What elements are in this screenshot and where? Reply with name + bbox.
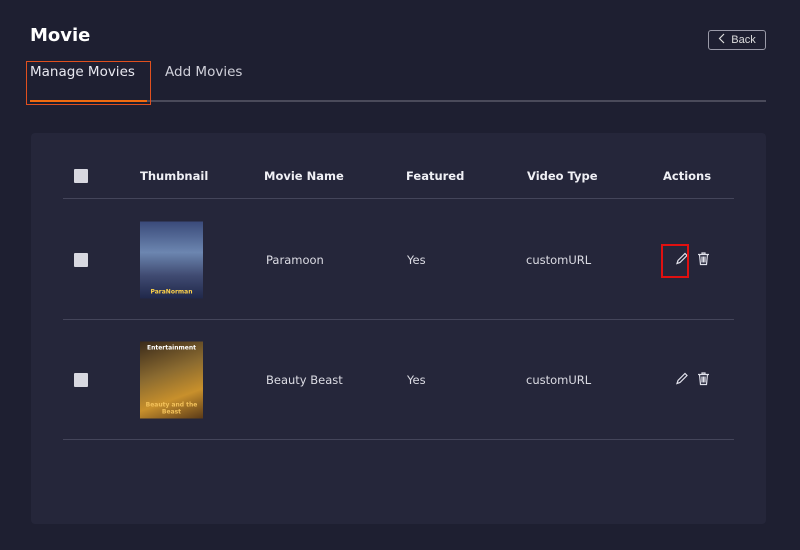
back-label: Back — [731, 34, 756, 46]
header-movie-name: Movie Name — [264, 168, 344, 183]
movies-table-card: Thumbnail Movie Name Featured Video Type… — [31, 133, 766, 524]
row-checkbox[interactable] — [74, 372, 88, 387]
table-row: ParaNorman Paramoon Yes customURL — [63, 200, 734, 320]
delete-trash-icon[interactable] — [697, 251, 710, 268]
tab-highlight-box — [26, 61, 151, 105]
table-row: Entertainment Beauty and the Beast Beauty… — [63, 320, 734, 440]
chevron-left-icon — [718, 33, 725, 47]
header-featured: Featured — [406, 168, 465, 183]
tab-add-movies[interactable]: Add Movies — [165, 64, 242, 80]
delete-highlight-box — [661, 244, 689, 278]
back-button[interactable]: Back — [708, 30, 766, 50]
page-title: Movie — [30, 25, 91, 46]
movie-name: Beauty Beast — [266, 372, 343, 387]
thumbnail-title: ParaNorman — [150, 288, 193, 295]
featured-value: Yes — [407, 372, 426, 387]
select-all-checkbox[interactable] — [74, 168, 88, 183]
video-type-value: customURL — [526, 372, 592, 387]
row-actions — [675, 371, 710, 388]
featured-value: Yes — [407, 252, 426, 267]
table-header: Thumbnail Movie Name Featured Video Type… — [63, 153, 734, 199]
movie-thumbnail[interactable]: ParaNorman — [140, 221, 203, 298]
movie-thumbnail[interactable]: Entertainment Beauty and the Beast — [140, 341, 203, 418]
movie-name: Paramoon — [266, 252, 324, 267]
header-video-type: Video Type — [527, 168, 598, 183]
video-type-value: customURL — [526, 252, 592, 267]
thumbnail-title: Entertainment — [147, 344, 196, 351]
thumbnail-subtitle: Beauty and the Beast — [145, 401, 198, 415]
header-actions: Actions — [663, 168, 712, 183]
header-thumbnail: Thumbnail — [140, 168, 209, 183]
delete-trash-icon[interactable] — [697, 371, 710, 388]
edit-pencil-icon[interactable] — [675, 371, 689, 388]
row-checkbox[interactable] — [74, 252, 88, 267]
